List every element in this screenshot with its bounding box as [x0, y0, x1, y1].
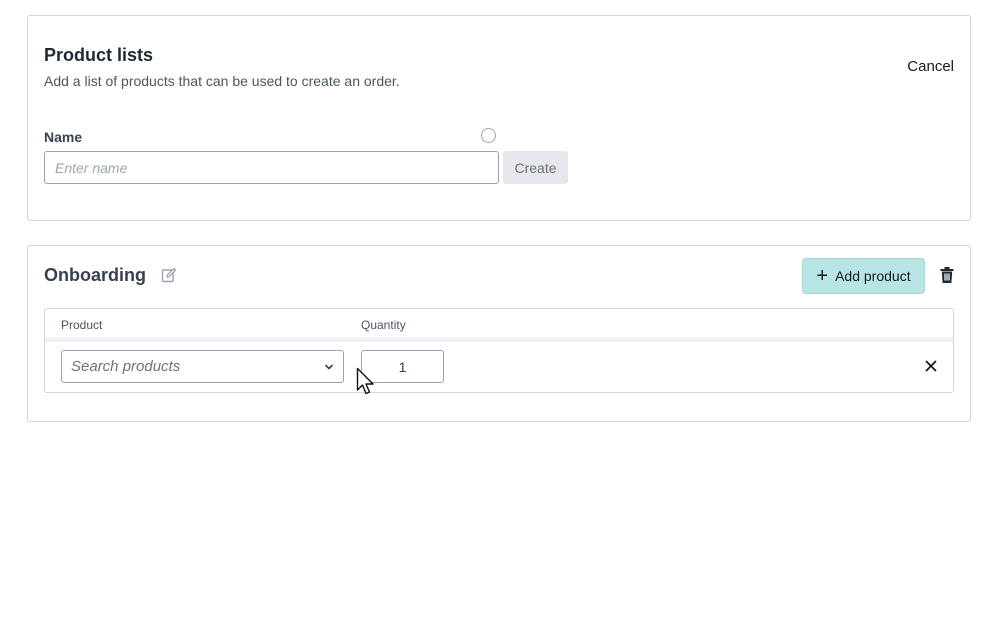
create-button[interactable]: Create	[503, 151, 568, 184]
products-table: Product Quantity Search products	[44, 308, 954, 393]
cancel-button[interactable]: Cancel	[907, 58, 954, 75]
edit-icon[interactable]	[161, 267, 177, 283]
add-product-button[interactable]: + Add product	[802, 258, 925, 294]
loading-spinner-icon	[481, 128, 496, 143]
header-divider	[45, 337, 953, 342]
name-input[interactable]	[44, 151, 499, 184]
close-icon[interactable]	[925, 360, 937, 372]
product-search-select[interactable]: Search products	[61, 350, 344, 383]
chevron-down-icon	[325, 364, 333, 369]
column-header-quantity: Quantity	[361, 318, 406, 332]
panel-title: Product lists	[44, 45, 154, 65]
create-product-list-panel: Product lists Add a list of products tha…	[27, 15, 971, 221]
add-product-label: Add product	[835, 268, 911, 284]
list-title: Onboarding	[44, 265, 146, 285]
trash-icon[interactable]	[940, 267, 954, 283]
quantity-input[interactable]	[361, 350, 444, 383]
plus-icon: +	[816, 265, 829, 287]
column-header-product: Product	[61, 318, 103, 332]
panel-subtitle: Add a list of products that can be used …	[44, 73, 400, 89]
name-label: Name	[44, 129, 83, 145]
search-products-placeholder: Search products	[71, 358, 181, 375]
product-list-card: Onboarding + Add product Product Quantit…	[27, 245, 971, 422]
